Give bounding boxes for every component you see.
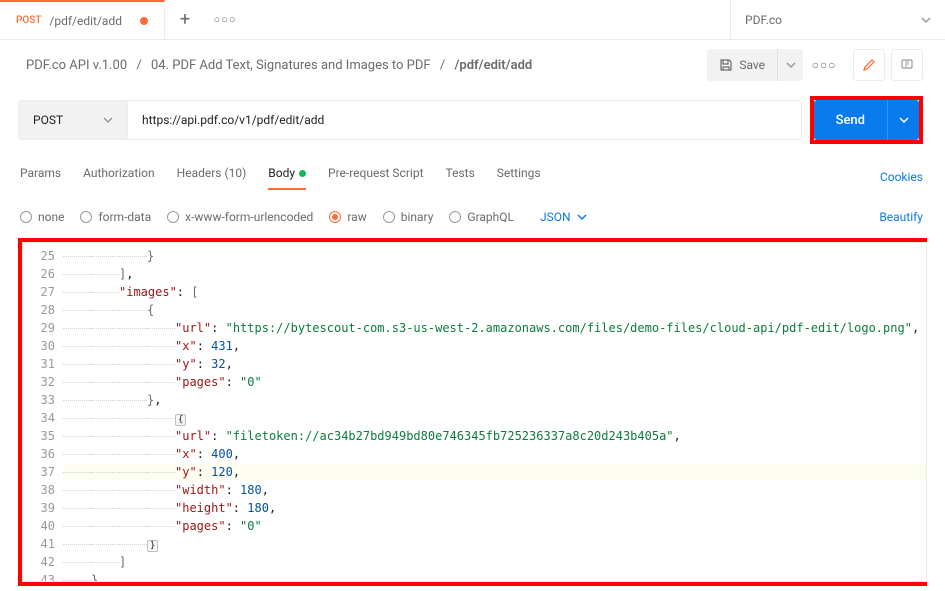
- radio-icon: [20, 211, 32, 223]
- save-dropdown-button[interactable]: [777, 49, 803, 81]
- radio-icon: [167, 211, 179, 223]
- method-selector[interactable]: POST: [18, 100, 128, 140]
- send-highlight: Send: [810, 96, 923, 144]
- chevron-down-icon: [103, 115, 113, 125]
- comment-button[interactable]: [891, 49, 923, 81]
- chevron-down-icon: [899, 115, 909, 125]
- tab-body[interactable]: Body: [268, 166, 306, 188]
- request-actions-button[interactable]: ○○○: [809, 58, 839, 72]
- tab-method-label: POST: [16, 15, 41, 26]
- radio-icon: [329, 211, 341, 223]
- radio-none[interactable]: none: [20, 210, 64, 224]
- cookies-link[interactable]: Cookies: [880, 170, 923, 184]
- beautify-button[interactable]: Beautify: [879, 210, 923, 224]
- breadcrumb-row: PDF.co API v.1.00 / 04. PDF Add Text, Si…: [0, 40, 945, 90]
- pencil-icon: [862, 58, 876, 72]
- chevron-down-icon: [786, 60, 796, 70]
- environment-selector[interactable]: PDF.co: [730, 0, 945, 40]
- tab-title: /pdf/edit/add: [49, 14, 122, 28]
- save-icon: [719, 58, 733, 72]
- tab-overflow-button[interactable]: ○○○: [205, 13, 245, 26]
- breadcrumb-collection[interactable]: PDF.co API v.1.00: [26, 58, 127, 73]
- send-dropdown-button[interactable]: [887, 100, 919, 140]
- url-input[interactable]: https://api.pdf.co/v1/pdf/edit/add: [128, 100, 802, 140]
- radio-raw[interactable]: raw: [329, 210, 366, 224]
- editor-highlight: 25262728293031323334353637383940414243 }…: [18, 238, 927, 586]
- code-area[interactable]: }],"images": [{"url": "https://bytescout…: [63, 243, 926, 581]
- line-gutter: 25262728293031323334353637383940414243: [23, 243, 63, 581]
- tab-tests[interactable]: Tests: [446, 166, 475, 188]
- tab-authorization[interactable]: Authorization: [83, 166, 155, 188]
- body-type-row: none form-data x-www-form-urlencoded raw…: [0, 206, 945, 228]
- chevron-down-icon: [577, 212, 587, 222]
- request-tab[interactable]: POST /pdf/edit/add: [0, 0, 165, 40]
- breadcrumb-current: /pdf/edit/add: [454, 58, 532, 73]
- save-button[interactable]: Save: [707, 49, 777, 81]
- raw-language-selector[interactable]: JSON: [540, 210, 587, 224]
- radio-form-data[interactable]: form-data: [80, 210, 151, 224]
- json-editor[interactable]: 25262728293031323334353637383940414243 }…: [22, 242, 927, 582]
- send-label: Send: [836, 113, 865, 128]
- environment-name: PDF.co: [745, 13, 782, 27]
- radio-icon: [449, 211, 461, 223]
- edit-button[interactable]: [853, 49, 885, 81]
- request-subtabs: Params Authorization Headers (10) Body P…: [0, 162, 945, 192]
- comment-icon: [900, 58, 914, 72]
- unsaved-dot-icon: [140, 17, 148, 25]
- tab-prerequest[interactable]: Pre-request Script: [328, 166, 423, 188]
- request-row: POST https://api.pdf.co/v1/pdf/edit/add …: [0, 96, 945, 144]
- radio-binary[interactable]: binary: [383, 210, 434, 224]
- radio-icon: [383, 211, 395, 223]
- url-value: https://api.pdf.co/v1/pdf/edit/add: [142, 113, 324, 127]
- tab-params[interactable]: Params: [20, 166, 61, 188]
- breadcrumb-folder[interactable]: 04. PDF Add Text, Signatures and Images …: [151, 58, 431, 73]
- method-value: POST: [33, 113, 63, 127]
- radio-icon: [80, 211, 92, 223]
- send-button[interactable]: Send: [814, 100, 887, 140]
- body-dirty-dot-icon: [299, 170, 306, 177]
- tab-headers[interactable]: Headers (10): [177, 166, 247, 188]
- radio-xwww[interactable]: x-www-form-urlencoded: [167, 210, 313, 224]
- tab-settings[interactable]: Settings: [497, 166, 541, 188]
- radio-graphql[interactable]: GraphQL: [449, 210, 514, 224]
- save-label: Save: [739, 58, 765, 72]
- chevron-down-icon: [921, 15, 931, 25]
- tab-bar: POST /pdf/edit/add + ○○○ PDF.co: [0, 0, 945, 40]
- new-tab-button[interactable]: +: [165, 9, 205, 30]
- breadcrumb: PDF.co API v.1.00 / 04. PDF Add Text, Si…: [26, 58, 532, 73]
